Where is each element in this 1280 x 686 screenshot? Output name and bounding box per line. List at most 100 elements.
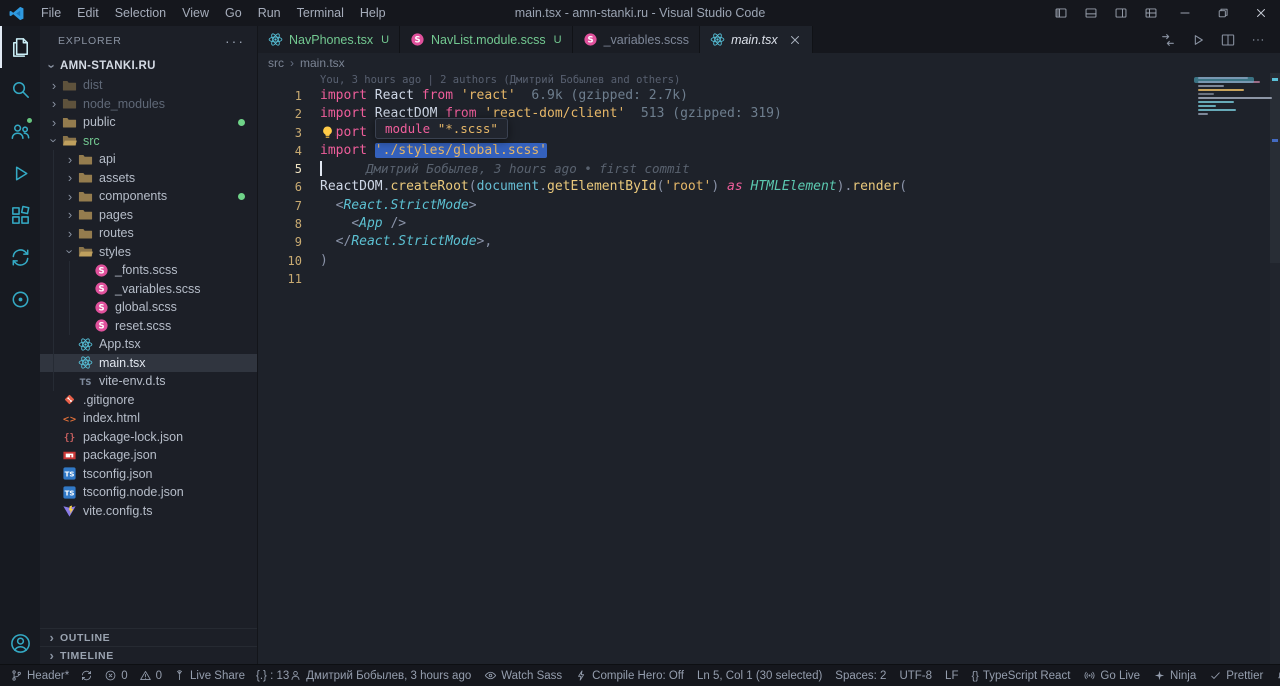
toggle-panel-icon[interactable] (1076, 0, 1106, 26)
tree-item-tsconfig-json[interactable]: TS tsconfig.json (40, 465, 257, 484)
activity-remote-sync[interactable] (0, 236, 40, 278)
status-prettier[interactable]: Prettier (1209, 669, 1263, 682)
tree-item--variables-scss[interactable]: S _variables.scss (40, 279, 257, 298)
open-changes-icon[interactable] (1160, 32, 1176, 48)
tree-item-index-html[interactable]: <> index.html (40, 409, 257, 428)
tree-item-pages[interactable]: › pages (40, 205, 257, 224)
tree-item-dist[interactable]: › dist (40, 76, 257, 95)
code-line-4[interactable]: 4 import './styles/global.scss' (258, 142, 1280, 160)
scrollbar[interactable] (1270, 73, 1280, 664)
menu-edit[interactable]: Edit (69, 0, 107, 26)
status-cursor-position[interactable]: Ln 5, Col 1 (30 selected) (697, 670, 822, 682)
chevron-right-icon: › (67, 188, 73, 204)
status-language-mode[interactable]: {} TypeScript React (971, 670, 1070, 682)
code-area[interactable]: You, 3 hours ago | 2 authors (Дмитрий Бо… (258, 73, 1280, 289)
code-line-11[interactable]: 11 (258, 270, 1280, 288)
scrollbar-thumb[interactable] (1270, 73, 1280, 263)
tree-item-public[interactable]: › public (40, 113, 257, 132)
status-warnings[interactable]: 0 (139, 669, 162, 682)
tab--variables-scss[interactable]: S _variables.scss (572, 26, 701, 53)
run-file-icon[interactable] (1190, 32, 1206, 48)
toggle-secondary-sidebar-icon[interactable] (1106, 0, 1136, 26)
activity-extensions[interactable] (0, 194, 40, 236)
status-errors[interactable]: 0 (104, 669, 128, 682)
tree-item-vite-config-ts[interactable]: vite.config.ts (40, 502, 257, 521)
explorer-icon (9, 36, 32, 59)
tree-item-package-json[interactable]: package.json (40, 446, 257, 465)
menu-selection[interactable]: Selection (107, 0, 174, 26)
menu-run[interactable]: Run (250, 0, 289, 26)
lightbulb-icon[interactable] (320, 125, 335, 140)
tree-item-assets[interactable]: › assets (40, 168, 257, 187)
code-line-6[interactable]: 6 ReactDOM.createRoot(document.getElement… (258, 178, 1280, 196)
extensions-icon (9, 204, 32, 227)
activity-live-share[interactable] (0, 278, 40, 320)
activity-account[interactable] (0, 622, 40, 664)
status-watch-sass[interactable]: Watch Sass (484, 669, 562, 682)
tree-item-tsconfig-node-json[interactable]: TS tsconfig.node.json (40, 483, 257, 502)
tab-main-tsx[interactable]: main.tsx (700, 26, 813, 53)
more-actions-icon[interactable] (1250, 32, 1266, 48)
tree-item-global-scss[interactable]: Sglobal.scss (40, 298, 257, 317)
tree-item-styles[interactable]: › styles (40, 242, 257, 261)
minimap[interactable] (1192, 75, 1272, 115)
timeline-section[interactable]: › TIMELINE (40, 646, 257, 664)
close-tab-icon[interactable] (788, 33, 802, 47)
status-live-share[interactable]: Live Share (173, 669, 245, 682)
tree-item-node-modules[interactable]: › node_modules (40, 95, 257, 114)
tree-item-reset-scss[interactable]: Sreset.scss (40, 316, 257, 335)
outline-section[interactable]: › OUTLINE (40, 628, 257, 646)
code-line-7[interactable]: 7 <React.StrictMode> (258, 197, 1280, 215)
customize-layout-icon[interactable] (1136, 0, 1166, 26)
code-line-1[interactable]: 1 import React from 'react' 6.9k (gzipped… (258, 87, 1280, 105)
menu-help[interactable]: Help (352, 0, 394, 26)
tree-item--gitignore[interactable]: .gitignore (40, 391, 257, 410)
menu-go[interactable]: Go (217, 0, 250, 26)
status-git-blame[interactable]: Дмитрий Бобылев, 3 hours ago (289, 669, 471, 682)
tree-item-api[interactable]: › api (40, 150, 257, 169)
status-notifications[interactable] (1276, 669, 1280, 682)
minimize-icon[interactable] (1166, 0, 1204, 26)
tree-item--fonts-scss[interactable]: S _fonts.scss (40, 261, 257, 280)
tree-item-components[interactable]: › components (40, 187, 257, 206)
tab-label: _variables.scss (603, 32, 690, 47)
tree-item-main-tsx[interactable]: main.tsx (40, 353, 257, 372)
split-editor-icon[interactable] (1220, 32, 1236, 48)
tree-item-routes[interactable]: › routes (40, 224, 257, 243)
status-compile-hero[interactable]: Compile Hero: Off (575, 669, 684, 682)
status-indentation[interactable]: Spaces: 2 (835, 670, 886, 682)
explorer-more-icon[interactable]: ··· (225, 33, 245, 49)
activity-search[interactable] (0, 68, 40, 110)
status-bracket-count[interactable]: {.} : 13 (256, 670, 289, 682)
code-line-10[interactable]: 10) (258, 252, 1280, 270)
code-line-8[interactable]: 8 <App /> (258, 215, 1280, 233)
tree-item-app-tsx[interactable]: App.tsx (40, 335, 257, 354)
tree-item-src[interactable]: › src (40, 132, 257, 151)
status-ninja[interactable]: Ninja (1153, 669, 1196, 682)
menu-view[interactable]: View (174, 0, 217, 26)
codelens-annotation[interactable]: You, 3 hours ago | 2 authors (Дмитрий Бо… (320, 73, 1280, 87)
toggle-primary-sidebar-icon[interactable] (1046, 0, 1076, 26)
tree-root-folder[interactable]: › AMN-STANKI.RU (40, 56, 257, 76)
activity-accounts[interactable] (0, 110, 40, 152)
breadcrumb-src[interactable]: src (268, 56, 284, 70)
tab-navphones-tsx[interactable]: NavPhones.tsx U (258, 26, 401, 53)
status-label: Spaces: 2 (835, 669, 887, 682)
status-git-branch[interactable]: Header* (10, 669, 69, 682)
status-go-live[interactable]: Go Live (1083, 669, 1140, 682)
tree-item-package-lock-json[interactable]: {} package-lock.json (40, 428, 257, 447)
activity-run-debug[interactable] (0, 152, 40, 194)
activity-explorer[interactable] (0, 26, 40, 68)
status-eol[interactable]: LF (945, 670, 958, 682)
code-line-9[interactable]: 9 </React.StrictMode>, (258, 233, 1280, 251)
status-encoding[interactable]: UTF-8 (899, 670, 932, 682)
breadcrumb-main-tsx[interactable]: main.tsx (300, 56, 345, 70)
tree-item-vite-env-d-ts[interactable]: TS vite-env.d.ts (40, 372, 257, 391)
status-sync-changes[interactable] (80, 669, 93, 682)
code-line-5[interactable]: 5 Дмитрий Бобылев, 3 hours ago • first co… (258, 160, 1280, 178)
menu-terminal[interactable]: Terminal (289, 0, 352, 26)
tab-navlist-module-scss[interactable]: S NavList.module.scss U (400, 26, 573, 53)
menu-file[interactable]: File (33, 0, 69, 26)
close-icon[interactable] (1242, 0, 1280, 26)
restore-icon[interactable] (1204, 0, 1242, 26)
